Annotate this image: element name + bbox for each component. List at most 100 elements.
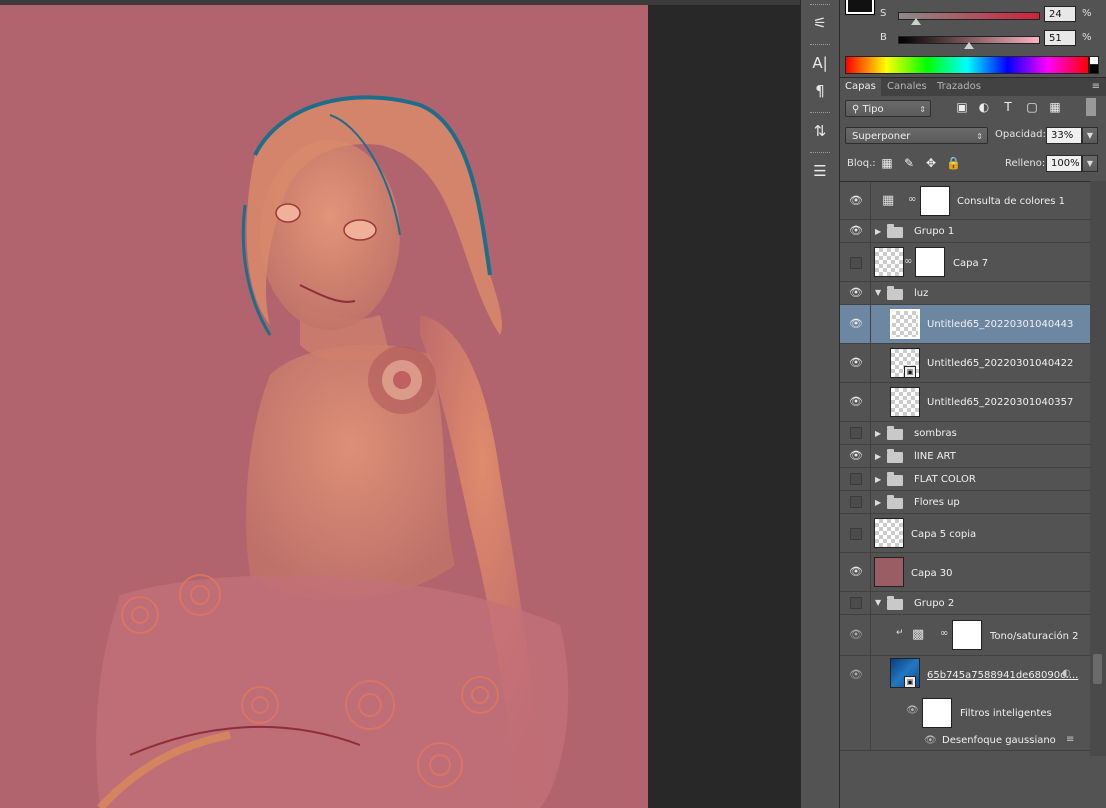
smart-object-filter-icon[interactable]: ▦ bbox=[1048, 100, 1062, 114]
layer-row-selected[interactable]: 👁 Untitled65_20220301040443 bbox=[840, 305, 1090, 344]
visibility-toggle-empty[interactable] bbox=[850, 257, 862, 269]
visibility-eye-icon[interactable]: 👁 bbox=[848, 224, 864, 238]
layer-name[interactable]: lINE ART bbox=[914, 451, 956, 462]
visibility-eye-icon[interactable]: 👁 bbox=[848, 286, 864, 300]
lock-move-icon[interactable]: ✥ bbox=[924, 156, 938, 170]
visibility-toggle-empty[interactable] bbox=[850, 528, 862, 540]
saturation-value-field[interactable]: 24 bbox=[1044, 6, 1076, 22]
blend-mode-dropdown[interactable]: Superponer ⇕ bbox=[845, 127, 988, 144]
color-spectrum-ramp[interactable] bbox=[845, 56, 1089, 74]
layer-group-row[interactable]: 👁 ▶ Grupo 1 bbox=[840, 220, 1090, 243]
dock-grip[interactable] bbox=[810, 152, 830, 156]
filter-kind-dropdown[interactable]: ⚲ Tipo ⇕ bbox=[845, 100, 931, 117]
layer-name[interactable]: 65b745a7588941de68090c.... bbox=[927, 670, 1078, 681]
layer-thumbnail[interactable] bbox=[874, 518, 904, 548]
collapse-arrow-icon[interactable]: ▼ bbox=[875, 598, 881, 607]
dock-grip[interactable] bbox=[810, 112, 830, 116]
visibility-eye-icon[interactable]: 👁 bbox=[848, 565, 864, 579]
visibility-eye-icon[interactable]: 👁 bbox=[848, 194, 864, 208]
expand-arrow-icon[interactable]: ▶ bbox=[875, 227, 881, 236]
layer-row[interactable]: 👁 ▣ Untitled65_20220301040422 bbox=[840, 344, 1090, 383]
opacity-field[interactable]: 33% bbox=[1046, 127, 1082, 144]
layer-name[interactable]: Capa 30 bbox=[911, 568, 953, 579]
visibility-eye-icon[interactable]: 👁 bbox=[906, 705, 919, 716]
smart-filter-options-icon[interactable]: ◐ bbox=[1062, 668, 1071, 679]
layer-row[interactable]: Capa 5 copia bbox=[840, 514, 1090, 553]
layer-thumbnail[interactable] bbox=[890, 387, 920, 417]
paragraph-panel-icon[interactable]: ¶ bbox=[809, 80, 831, 102]
smart-filter-row[interactable]: 👁 Desenfoque gaussiano ≡ bbox=[840, 731, 1090, 751]
document-canvas-area[interactable] bbox=[0, 0, 800, 808]
visibility-eye-icon[interactable]: 👁 bbox=[848, 628, 864, 642]
adjustment-filter-icon[interactable]: ◐ bbox=[977, 100, 991, 114]
layer-row[interactable]: 👁 ↵ ▩ ∞ Tono/saturación 2 bbox=[840, 615, 1090, 656]
visibility-eye-icon[interactable]: 👁 bbox=[848, 395, 864, 409]
foreground-color-swatch[interactable] bbox=[846, 0, 874, 14]
layer-group-row[interactable]: ▶ FLAT COLOR bbox=[840, 468, 1090, 491]
fill-slider-toggle[interactable]: ▼ bbox=[1082, 155, 1098, 172]
layer-name[interactable]: Consulta de colores 1 bbox=[957, 196, 1065, 207]
tab-trazados[interactable]: Trazados bbox=[932, 78, 986, 96]
expand-arrow-icon[interactable]: ▶ bbox=[875, 429, 881, 438]
layer-name[interactable]: Untitled65_20220301040443 bbox=[927, 319, 1073, 330]
dock-grip[interactable] bbox=[810, 4, 830, 8]
layers-list[interactable]: 👁 ▦ ∞ Consulta de colores 1 👁 ▶ Grupo 1 … bbox=[840, 181, 1106, 757]
layer-name[interactable]: Desenfoque gaussiano bbox=[942, 735, 1056, 746]
layer-row[interactable]: 👁 Capa 30 bbox=[840, 553, 1090, 592]
layers-scrollbar[interactable] bbox=[1090, 181, 1106, 756]
layer-group-row[interactable]: ▶ sombras bbox=[840, 422, 1090, 445]
collapse-arrow-icon[interactable]: ▼ bbox=[875, 288, 881, 297]
layer-row[interactable]: 👁 ▣ 65b745a7588941de68090c.... ◐ bbox=[840, 656, 1090, 696]
visibility-toggle-empty[interactable] bbox=[850, 597, 862, 609]
opacity-slider-toggle[interactable]: ▼ bbox=[1082, 127, 1098, 144]
layer-thumbnail[interactable] bbox=[890, 309, 920, 339]
visibility-toggle-empty[interactable] bbox=[850, 427, 862, 439]
fill-field[interactable]: 100% bbox=[1046, 155, 1082, 172]
expand-arrow-icon[interactable]: ▶ bbox=[875, 498, 881, 507]
scrollbar-thumb[interactable] bbox=[1093, 654, 1102, 684]
filter-mask-thumbnail[interactable] bbox=[922, 698, 952, 728]
layer-name[interactable]: Capa 5 copia bbox=[911, 529, 976, 540]
tool-presets-icon[interactable]: ⚟ bbox=[809, 12, 831, 34]
layer-group-row[interactable]: ▼ Grupo 2 bbox=[840, 592, 1090, 615]
shape-filter-icon[interactable]: ▢ bbox=[1025, 100, 1039, 114]
tab-capas[interactable]: Capas bbox=[840, 78, 881, 96]
panel-menu-icon[interactable]: ≡ bbox=[1092, 81, 1100, 92]
layer-group-row[interactable]: 👁 ▼ luz bbox=[840, 282, 1090, 305]
layer-mask-thumbnail[interactable] bbox=[915, 247, 945, 277]
mask-link-icon[interactable]: ∞ bbox=[904, 256, 912, 267]
saturation-slider-thumb[interactable] bbox=[911, 18, 921, 25]
character-panel-icon[interactable]: A| bbox=[809, 52, 831, 74]
smart-filters-row[interactable]: 👁 Filtros inteligentes bbox=[840, 696, 1090, 731]
expand-arrow-icon[interactable]: ▶ bbox=[875, 475, 881, 484]
brightness-value-field[interactable]: 51 bbox=[1044, 30, 1076, 46]
layer-name[interactable]: sombras bbox=[914, 428, 957, 439]
pixel-filter-icon[interactable]: ▣ bbox=[955, 100, 969, 114]
visibility-eye-icon[interactable]: 👁 bbox=[848, 668, 864, 682]
mask-link-icon[interactable]: ∞ bbox=[940, 628, 948, 639]
visibility-eye-icon[interactable]: 👁 bbox=[848, 317, 864, 331]
layer-name[interactable]: Grupo 2 bbox=[914, 598, 954, 609]
brightness-slider-thumb[interactable] bbox=[964, 42, 974, 49]
layer-name[interactable]: luz bbox=[914, 288, 928, 299]
layer-group-row[interactable]: ▶ Flores up bbox=[840, 491, 1090, 514]
layer-name[interactable]: Untitled65_20220301040422 bbox=[927, 358, 1073, 369]
layer-name[interactable]: Capa 7 bbox=[953, 258, 988, 269]
mask-link-icon[interactable]: ∞ bbox=[908, 194, 916, 205]
layer-mask-thumbnail[interactable] bbox=[920, 186, 950, 216]
layer-thumbnail[interactable] bbox=[874, 557, 904, 587]
layer-name[interactable]: Tono/saturación 2 bbox=[990, 631, 1078, 642]
layer-name[interactable]: FLAT COLOR bbox=[914, 474, 976, 485]
layer-name[interactable]: Flores up bbox=[914, 497, 960, 508]
layer-group-row[interactable]: 👁 ▶ lINE ART bbox=[840, 445, 1090, 468]
dock-grip[interactable] bbox=[810, 44, 830, 48]
layer-mask-thumbnail[interactable] bbox=[952, 620, 982, 650]
layer-name[interactable]: Grupo 1 bbox=[914, 226, 954, 237]
visibility-toggle-empty[interactable] bbox=[850, 496, 862, 508]
clone-source-icon[interactable]: ⇅ bbox=[809, 120, 831, 142]
layer-row[interactable]: 👁 Untitled65_20220301040357 bbox=[840, 383, 1090, 422]
visibility-eye-icon[interactable]: 👁 bbox=[848, 356, 864, 370]
layer-name[interactable]: Filtros inteligentes bbox=[960, 708, 1052, 719]
visibility-eye-icon[interactable]: 👁 bbox=[924, 735, 937, 746]
black-swatch[interactable] bbox=[1089, 64, 1099, 74]
